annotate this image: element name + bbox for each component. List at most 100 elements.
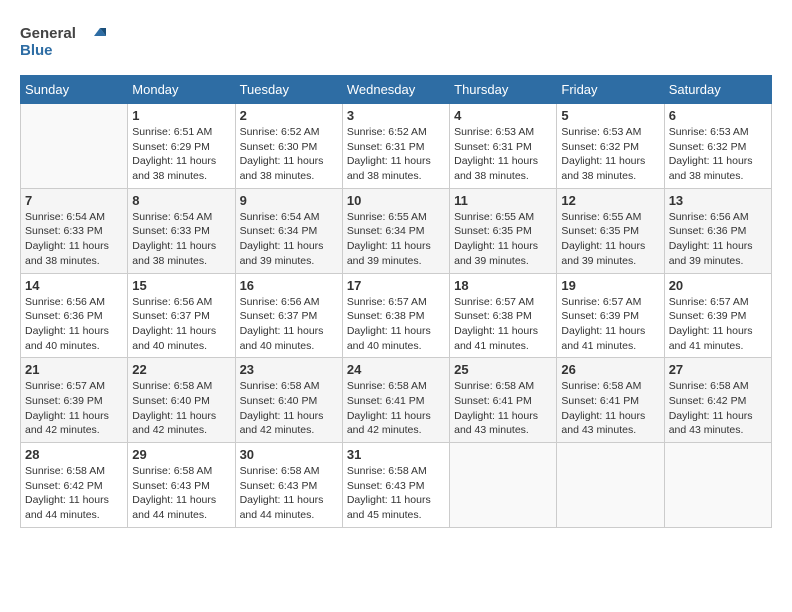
calendar-cell: 4Sunrise: 6:53 AM Sunset: 6:31 PM Daylig… [450,104,557,189]
calendar-cell: 10Sunrise: 6:55 AM Sunset: 6:34 PM Dayli… [342,188,449,273]
day-number: 7 [25,193,123,208]
cell-content: Sunrise: 6:57 AM Sunset: 6:39 PM Dayligh… [25,379,123,438]
day-number: 12 [561,193,659,208]
calendar-header-saturday: Saturday [664,76,771,104]
calendar-cell: 8 Sunrise: 6:54 AM Sunset: 6:33 PM Daylig… [128,188,235,273]
cell-content: Sunrise: 6:55 AM Sunset: 6:35 PM Dayligh… [561,210,659,269]
calendar-cell: 30 Sunrise: 6:58 AM Sunset: 6:43 PM Dayli… [235,443,342,528]
day-number: 26 [561,362,659,377]
cell-content: Sunrise: 6:53 AM Sunset: 6:31 PM Dayligh… [454,125,552,184]
calendar-cell [664,443,771,528]
calendar-header-sunday: Sunday [21,76,128,104]
day-number: 27 [669,362,767,377]
logo-svg: General Blue [20,20,110,65]
day-number: 24 [347,362,445,377]
cell-content: Sunrise: 6:52 AM Sunset: 6:31 PM Dayligh… [347,125,445,184]
day-number: 2 [240,108,338,123]
cell-content: Sunrise: 6:52 AM Sunset: 6:30 PM Dayligh… [240,125,338,184]
day-number: 13 [669,193,767,208]
cell-content: Sunrise: 6:56 AM Sunset: 6:37 PM Dayligh… [240,295,338,354]
cell-content: Sunrise: 6:58 AM Sunset: 6:40 PM Dayligh… [132,379,230,438]
calendar-cell: 21 Sunrise: 6:57 AM Sunset: 6:39 PM Dayli… [21,358,128,443]
day-number: 9 [240,193,338,208]
cell-content: Sunrise: 6:58 AM Sunset: 6:43 PM Dayligh… [347,464,445,523]
day-number: 22 [132,362,230,377]
calendar-cell: 12 Sunrise: 6:55 AM Sunset: 6:35 PM Dayli… [557,188,664,273]
cell-content: Sunrise: 6:57 AM Sunset: 6:38 PM Dayligh… [347,295,445,354]
calendar-cell [21,104,128,189]
cell-content: Sunrise: 6:58 AM Sunset: 6:43 PM Dayligh… [240,464,338,523]
calendar-cell: 19 Sunrise: 6:57 AM Sunset: 6:39 PM Dayli… [557,273,664,358]
calendar-week-row: 1 Sunrise: 6:51 AM Sunset: 6:29 PM Daylig… [21,104,772,189]
day-number: 25 [454,362,552,377]
calendar-cell: 18 Sunrise: 6:57 AM Sunset: 6:38 PM Dayli… [450,273,557,358]
day-number: 11 [454,193,552,208]
day-number: 20 [669,278,767,293]
cell-content: Sunrise: 6:57 AM Sunset: 6:38 PM Dayligh… [454,295,552,354]
day-number: 8 [132,193,230,208]
day-number: 17 [347,278,445,293]
svg-text:Blue: Blue [20,42,53,59]
day-number: 31 [347,447,445,462]
cell-content: Sunrise: 6:58 AM Sunset: 6:42 PM Dayligh… [25,464,123,523]
cell-content: Sunrise: 6:55 AM Sunset: 6:35 PM Dayligh… [454,210,552,269]
calendar-cell: 29Sunrise: 6:58 AM Sunset: 6:43 PM Dayli… [128,443,235,528]
calendar-cell: 1 Sunrise: 6:51 AM Sunset: 6:29 PM Daylig… [128,104,235,189]
calendar-cell: 24 Sunrise: 6:58 AM Sunset: 6:41 PM Dayli… [342,358,449,443]
calendar-header-monday: Monday [128,76,235,104]
calendar-header-friday: Friday [557,76,664,104]
calendar-header-tuesday: Tuesday [235,76,342,104]
calendar-cell: 7 Sunrise: 6:54 AM Sunset: 6:33 PM Daylig… [21,188,128,273]
day-number: 18 [454,278,552,293]
day-number: 1 [132,108,230,123]
calendar-cell: 2 Sunrise: 6:52 AM Sunset: 6:30 PM Daylig… [235,104,342,189]
calendar-week-row: 21 Sunrise: 6:57 AM Sunset: 6:39 PM Dayli… [21,358,772,443]
calendar-cell: 31 Sunrise: 6:58 AM Sunset: 6:43 PM Dayli… [342,443,449,528]
calendar-cell [557,443,664,528]
day-number: 23 [240,362,338,377]
day-number: 3 [347,108,445,123]
day-number: 19 [561,278,659,293]
cell-content: Sunrise: 6:58 AM Sunset: 6:41 PM Dayligh… [561,379,659,438]
calendar-table: SundayMondayTuesdayWednesdayThursdayFrid… [20,75,772,528]
calendar-header-row: SundayMondayTuesdayWednesdayThursdayFrid… [21,76,772,104]
cell-content: Sunrise: 6:54 AM Sunset: 6:33 PM Dayligh… [132,210,230,269]
cell-content: Sunrise: 6:53 AM Sunset: 6:32 PM Dayligh… [561,125,659,184]
cell-content: Sunrise: 6:57 AM Sunset: 6:39 PM Dayligh… [669,295,767,354]
calendar-cell [450,443,557,528]
cell-content: Sunrise: 6:58 AM Sunset: 6:40 PM Dayligh… [240,379,338,438]
cell-content: Sunrise: 6:56 AM Sunset: 6:36 PM Dayligh… [669,210,767,269]
svg-text:General: General [20,25,76,42]
calendar-cell: 20 Sunrise: 6:57 AM Sunset: 6:39 PM Dayli… [664,273,771,358]
calendar-cell: 14Sunrise: 6:56 AM Sunset: 6:36 PM Dayli… [21,273,128,358]
cell-content: Sunrise: 6:57 AM Sunset: 6:39 PM Dayligh… [561,295,659,354]
calendar-header-wednesday: Wednesday [342,76,449,104]
calendar-week-row: 14Sunrise: 6:56 AM Sunset: 6:36 PM Dayli… [21,273,772,358]
calendar-cell: 11 Sunrise: 6:55 AM Sunset: 6:35 PM Dayli… [450,188,557,273]
cell-content: Sunrise: 6:54 AM Sunset: 6:33 PM Dayligh… [25,210,123,269]
day-number: 30 [240,447,338,462]
day-number: 28 [25,447,123,462]
cell-content: Sunrise: 6:56 AM Sunset: 6:37 PM Dayligh… [132,295,230,354]
cell-content: Sunrise: 6:56 AM Sunset: 6:36 PM Dayligh… [25,295,123,354]
cell-content: Sunrise: 6:58 AM Sunset: 6:42 PM Dayligh… [669,379,767,438]
calendar-cell: 9 Sunrise: 6:54 AM Sunset: 6:34 PM Daylig… [235,188,342,273]
cell-content: Sunrise: 6:53 AM Sunset: 6:32 PM Dayligh… [669,125,767,184]
calendar-cell: 23 Sunrise: 6:58 AM Sunset: 6:40 PM Dayli… [235,358,342,443]
calendar-week-row: 28 Sunrise: 6:58 AM Sunset: 6:42 PM Dayli… [21,443,772,528]
cell-content: Sunrise: 6:55 AM Sunset: 6:34 PM Dayligh… [347,210,445,269]
cell-content: Sunrise: 6:58 AM Sunset: 6:41 PM Dayligh… [347,379,445,438]
calendar-cell: 5Sunrise: 6:53 AM Sunset: 6:32 PM Daylig… [557,104,664,189]
cell-content: Sunrise: 6:58 AM Sunset: 6:43 PM Dayligh… [132,464,230,523]
cell-content: Sunrise: 6:54 AM Sunset: 6:34 PM Dayligh… [240,210,338,269]
cell-content: Sunrise: 6:51 AM Sunset: 6:29 PM Dayligh… [132,125,230,184]
day-number: 6 [669,108,767,123]
calendar-cell: 17 Sunrise: 6:57 AM Sunset: 6:38 PM Dayli… [342,273,449,358]
calendar-cell: 3 Sunrise: 6:52 AM Sunset: 6:31 PM Daylig… [342,104,449,189]
calendar-cell: 16Sunrise: 6:56 AM Sunset: 6:37 PM Dayli… [235,273,342,358]
day-number: 21 [25,362,123,377]
calendar-cell: 13 Sunrise: 6:56 AM Sunset: 6:36 PM Dayli… [664,188,771,273]
calendar-cell: 15Sunrise: 6:56 AM Sunset: 6:37 PM Dayli… [128,273,235,358]
calendar-cell: 28 Sunrise: 6:58 AM Sunset: 6:42 PM Dayli… [21,443,128,528]
calendar-cell: 27 Sunrise: 6:58 AM Sunset: 6:42 PM Dayli… [664,358,771,443]
